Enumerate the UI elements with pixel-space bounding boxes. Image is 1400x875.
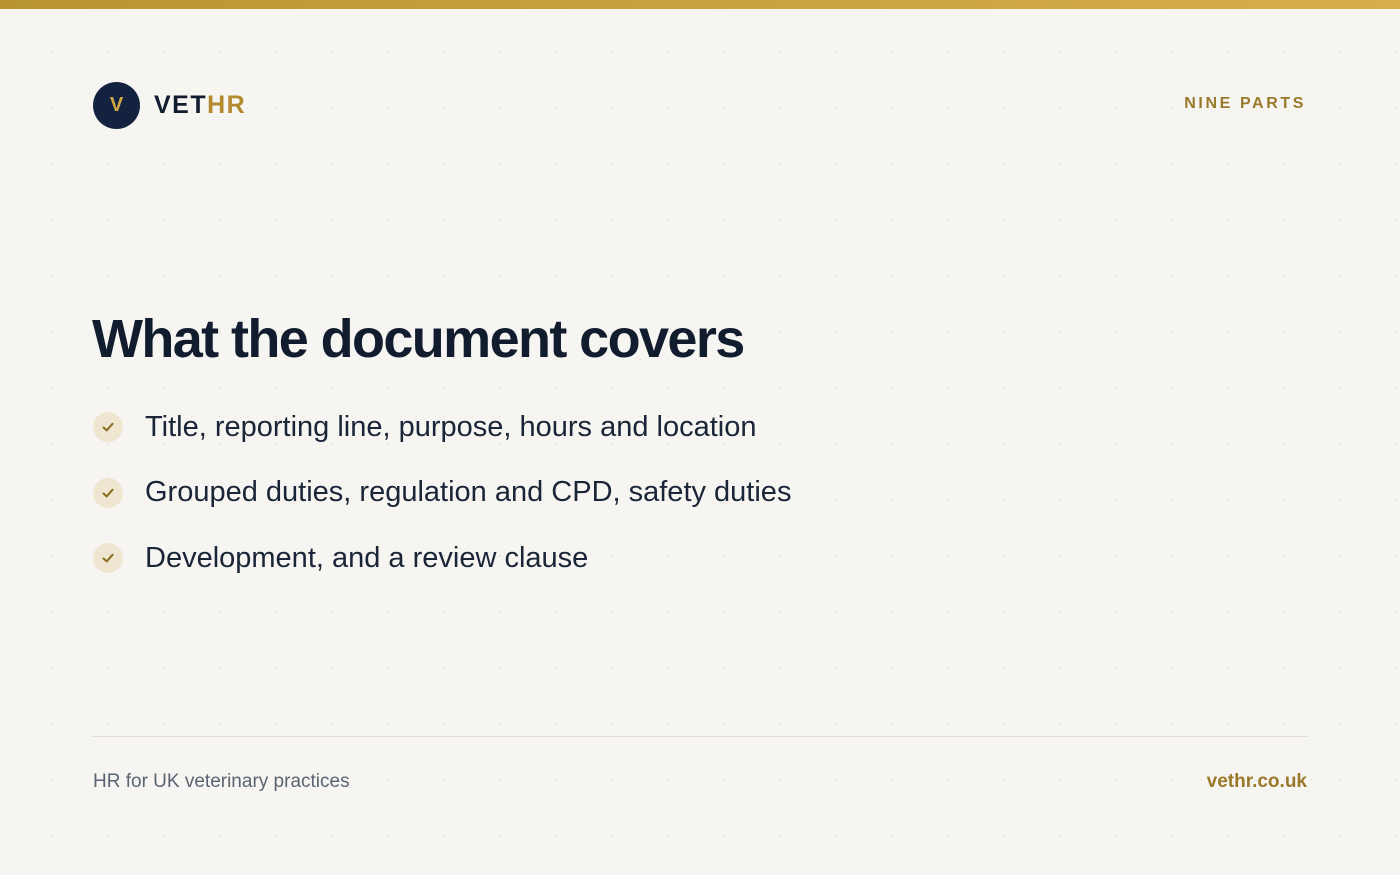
- coverage-list: Title, reporting line, purpose, hours an…: [93, 404, 791, 601]
- check-icon: [93, 412, 123, 442]
- list-item-text: Development, and a review clause: [145, 541, 589, 574]
- list-item: Title, reporting line, purpose, hours an…: [93, 404, 791, 450]
- check-icon: [93, 477, 123, 508]
- brand-name-vet: VET: [154, 90, 208, 119]
- list-item-text: Title, reporting line, purpose, hours an…: [145, 410, 757, 443]
- footer-tagline: HR for UK veterinary practices: [93, 771, 350, 792]
- top-accent-bar: [0, 0, 1400, 9]
- brand-badge: V: [93, 81, 140, 129]
- list-item-text: Grouped duties, regulation and CPD, safe…: [145, 476, 792, 508]
- website-link[interactable]: vethr.co.uk: [1207, 771, 1307, 793]
- footer-divider: [93, 736, 1307, 737]
- brand-name: VETHR: [154, 91, 246, 120]
- brand-logo: V VETHR: [93, 81, 246, 129]
- list-item: Grouped duties, regulation and CPD, safe…: [93, 470, 791, 516]
- brand-name-hr: HR: [207, 90, 247, 119]
- section-tag: NINE PARTS: [1184, 95, 1306, 112]
- check-icon: [93, 543, 123, 573]
- brand-badge-letter: V: [109, 93, 124, 116]
- slide-title: What the document covers: [92, 309, 745, 369]
- list-item: Development, and a review clause: [93, 535, 791, 581]
